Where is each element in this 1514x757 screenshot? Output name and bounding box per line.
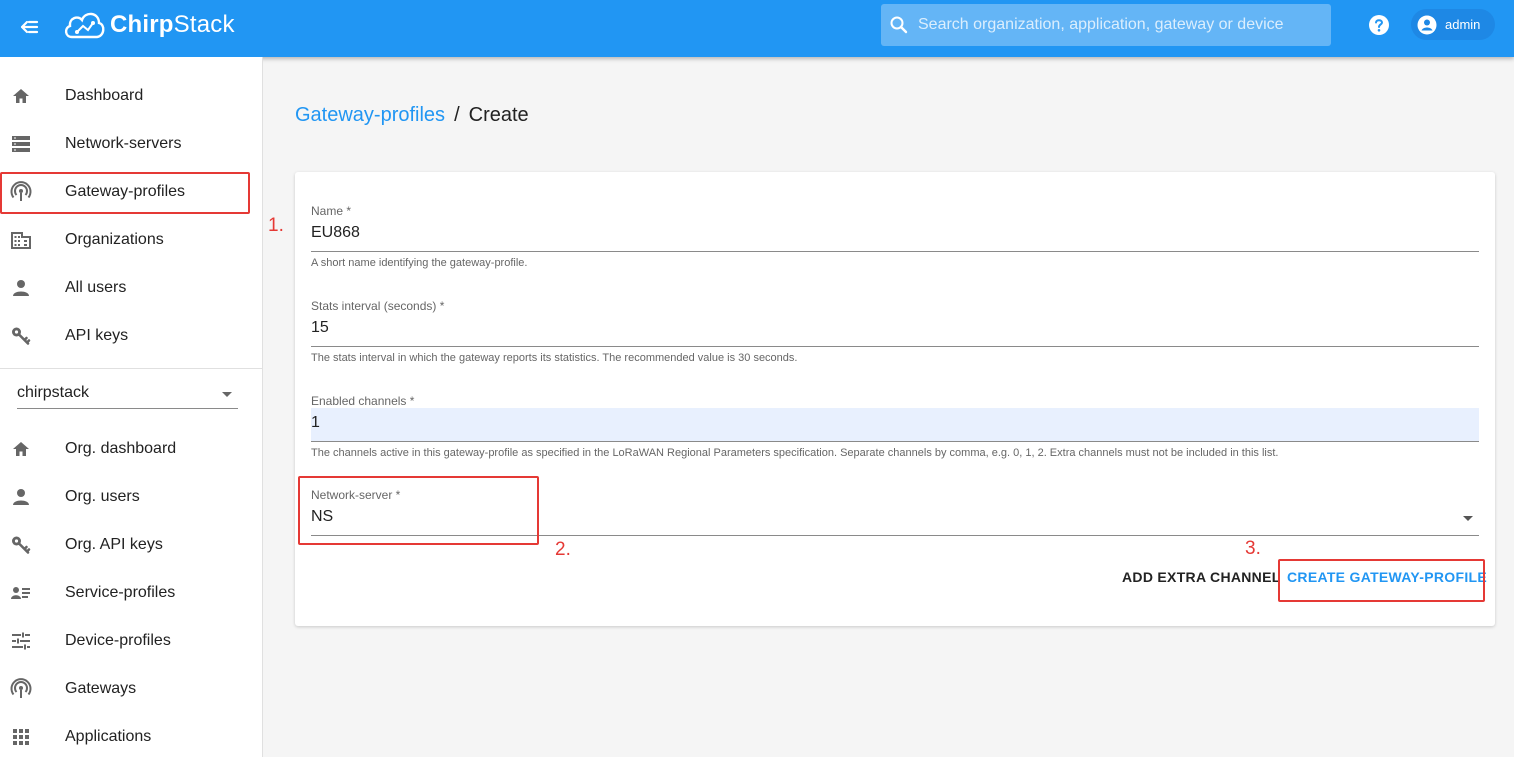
stats-interval-input[interactable] (311, 319, 1479, 337)
sidebar-item-applications[interactable]: Applications (0, 713, 262, 757)
user-menu-button[interactable]: admin (1411, 9, 1495, 40)
sidebar-item-org-users[interactable]: Org. users (0, 473, 262, 521)
page-title: Create (468, 104, 529, 126)
sidebar-item-label: Device-profiles (65, 632, 171, 649)
sidebar-item-network-servers[interactable]: Network-servers (0, 120, 262, 168)
server-icon (12, 136, 30, 152)
service-profile-icon (11, 587, 30, 599)
enabled-channels-field: Enabled channels * The channels active i… (311, 394, 1479, 459)
sidebar-item-label: Gateways (65, 680, 137, 697)
annotation-step-1: 1. (268, 215, 284, 236)
account-circle-icon (1417, 15, 1437, 34)
breadcrumb: Gateway-profiles / Create (295, 104, 529, 127)
organization-select-value: chirpstack (17, 384, 90, 401)
sidebar-item-org-api-keys[interactable]: Org. API keys (0, 521, 262, 569)
sidebar-item-dashboard[interactable]: Dashboard (0, 72, 262, 120)
sidebar-item-org-dashboard[interactable]: Org. dashboard (0, 425, 262, 473)
home-icon (13, 89, 29, 103)
cloud-logo-icon (64, 12, 105, 39)
logo-text-rest: Stack (173, 11, 235, 38)
logo-text-bold: Chirp (110, 11, 174, 38)
sidebar-item-label: Service-profiles (65, 584, 176, 601)
sidebar-item-gateways[interactable]: Gateways (0, 665, 262, 713)
annotation-step-3: 3. (1245, 538, 1261, 559)
sidebar-item-api-keys[interactable]: API keys (0, 312, 262, 360)
search-input[interactable] (918, 16, 1318, 34)
sidebar-item-label: API keys (65, 327, 129, 344)
menu-collapse-icon[interactable] (16, 14, 42, 40)
sidebar-item-label: Organizations (65, 231, 164, 248)
name-label: Name * (311, 204, 352, 218)
enabled-channels-label: Enabled channels * (311, 394, 415, 408)
enabled-channels-help-text: The channels active in this gateway-prof… (311, 447, 1279, 459)
building-icon (11, 232, 31, 249)
key-icon (12, 536, 31, 554)
sidebar-item-label: All users (65, 279, 127, 296)
tune-icon (12, 632, 30, 650)
annotation-box-gateway-profiles (0, 172, 250, 214)
name-field: Name * A short name identifying the gate… (311, 204, 1479, 269)
key-icon (12, 327, 31, 345)
sidebar-item-label: Org. dashboard (65, 440, 177, 457)
breadcrumb-link-gateway-profiles[interactable]: Gateway-profiles (295, 104, 445, 127)
home-icon (13, 442, 29, 456)
sidebar-item-organizations[interactable]: Organizations (0, 216, 262, 264)
enabled-channels-input[interactable] (311, 414, 1479, 432)
name-input-wrap (311, 218, 1479, 252)
breadcrumb-separator: / (454, 104, 460, 126)
chevron-down-icon (1463, 516, 1473, 521)
sidebar: Dashboard Network-servers Gateway-profil… (0, 57, 263, 757)
sidebar-item-service-profiles[interactable]: Service-profiles (0, 569, 262, 617)
logo-text: ChirpStack (110, 11, 235, 39)
stats-interval-label: Stats interval (seconds) * (311, 299, 445, 313)
stats-interval-field: Stats interval (seconds) * The stats int… (311, 299, 1479, 364)
person-icon (13, 489, 29, 505)
chirpstack-logo[interactable]: ChirpStack (62, 5, 235, 45)
sidebar-item-label: Dashboard (65, 87, 144, 104)
sidebar-item-label: Applications (65, 728, 152, 745)
stats-interval-input-wrap (311, 313, 1479, 347)
sidebar-item-all-users[interactable]: All users (0, 264, 262, 312)
user-name: admin (1445, 17, 1481, 32)
sidebar-item-label: Network-servers (65, 135, 182, 152)
sidebar-divider (0, 368, 262, 369)
apps-grid-icon (13, 729, 29, 745)
person-icon (13, 280, 29, 296)
help-icon[interactable] (1368, 14, 1390, 36)
top-app-bar: ChirpStack admin (0, 0, 1514, 57)
stats-interval-help-text: The stats interval in which the gateway … (311, 352, 798, 364)
gateway-icon (10, 678, 32, 698)
sidebar-item-device-profiles[interactable]: Device-profiles (0, 617, 262, 665)
search-icon (890, 16, 908, 34)
global-search[interactable] (881, 4, 1331, 46)
annotation-box-network-server (298, 476, 539, 545)
sidebar-item-label: Org. API keys (65, 536, 163, 553)
annotation-step-2: 2. (555, 539, 571, 560)
name-input[interactable] (311, 224, 1479, 242)
add-extra-channel-button[interactable]: ADD EXTRA CHANNEL (1122, 569, 1281, 585)
organization-select[interactable]: chirpstack (17, 379, 238, 409)
gateway-profile-form-card: Name * A short name identifying the gate… (295, 172, 1495, 626)
name-help-text: A short name identifying the gateway-pro… (311, 257, 528, 269)
chevron-down-icon (222, 392, 232, 397)
sidebar-item-label: Org. users (65, 488, 140, 505)
enabled-channels-input-wrap (311, 408, 1479, 442)
annotation-box-create-button (1278, 559, 1485, 602)
